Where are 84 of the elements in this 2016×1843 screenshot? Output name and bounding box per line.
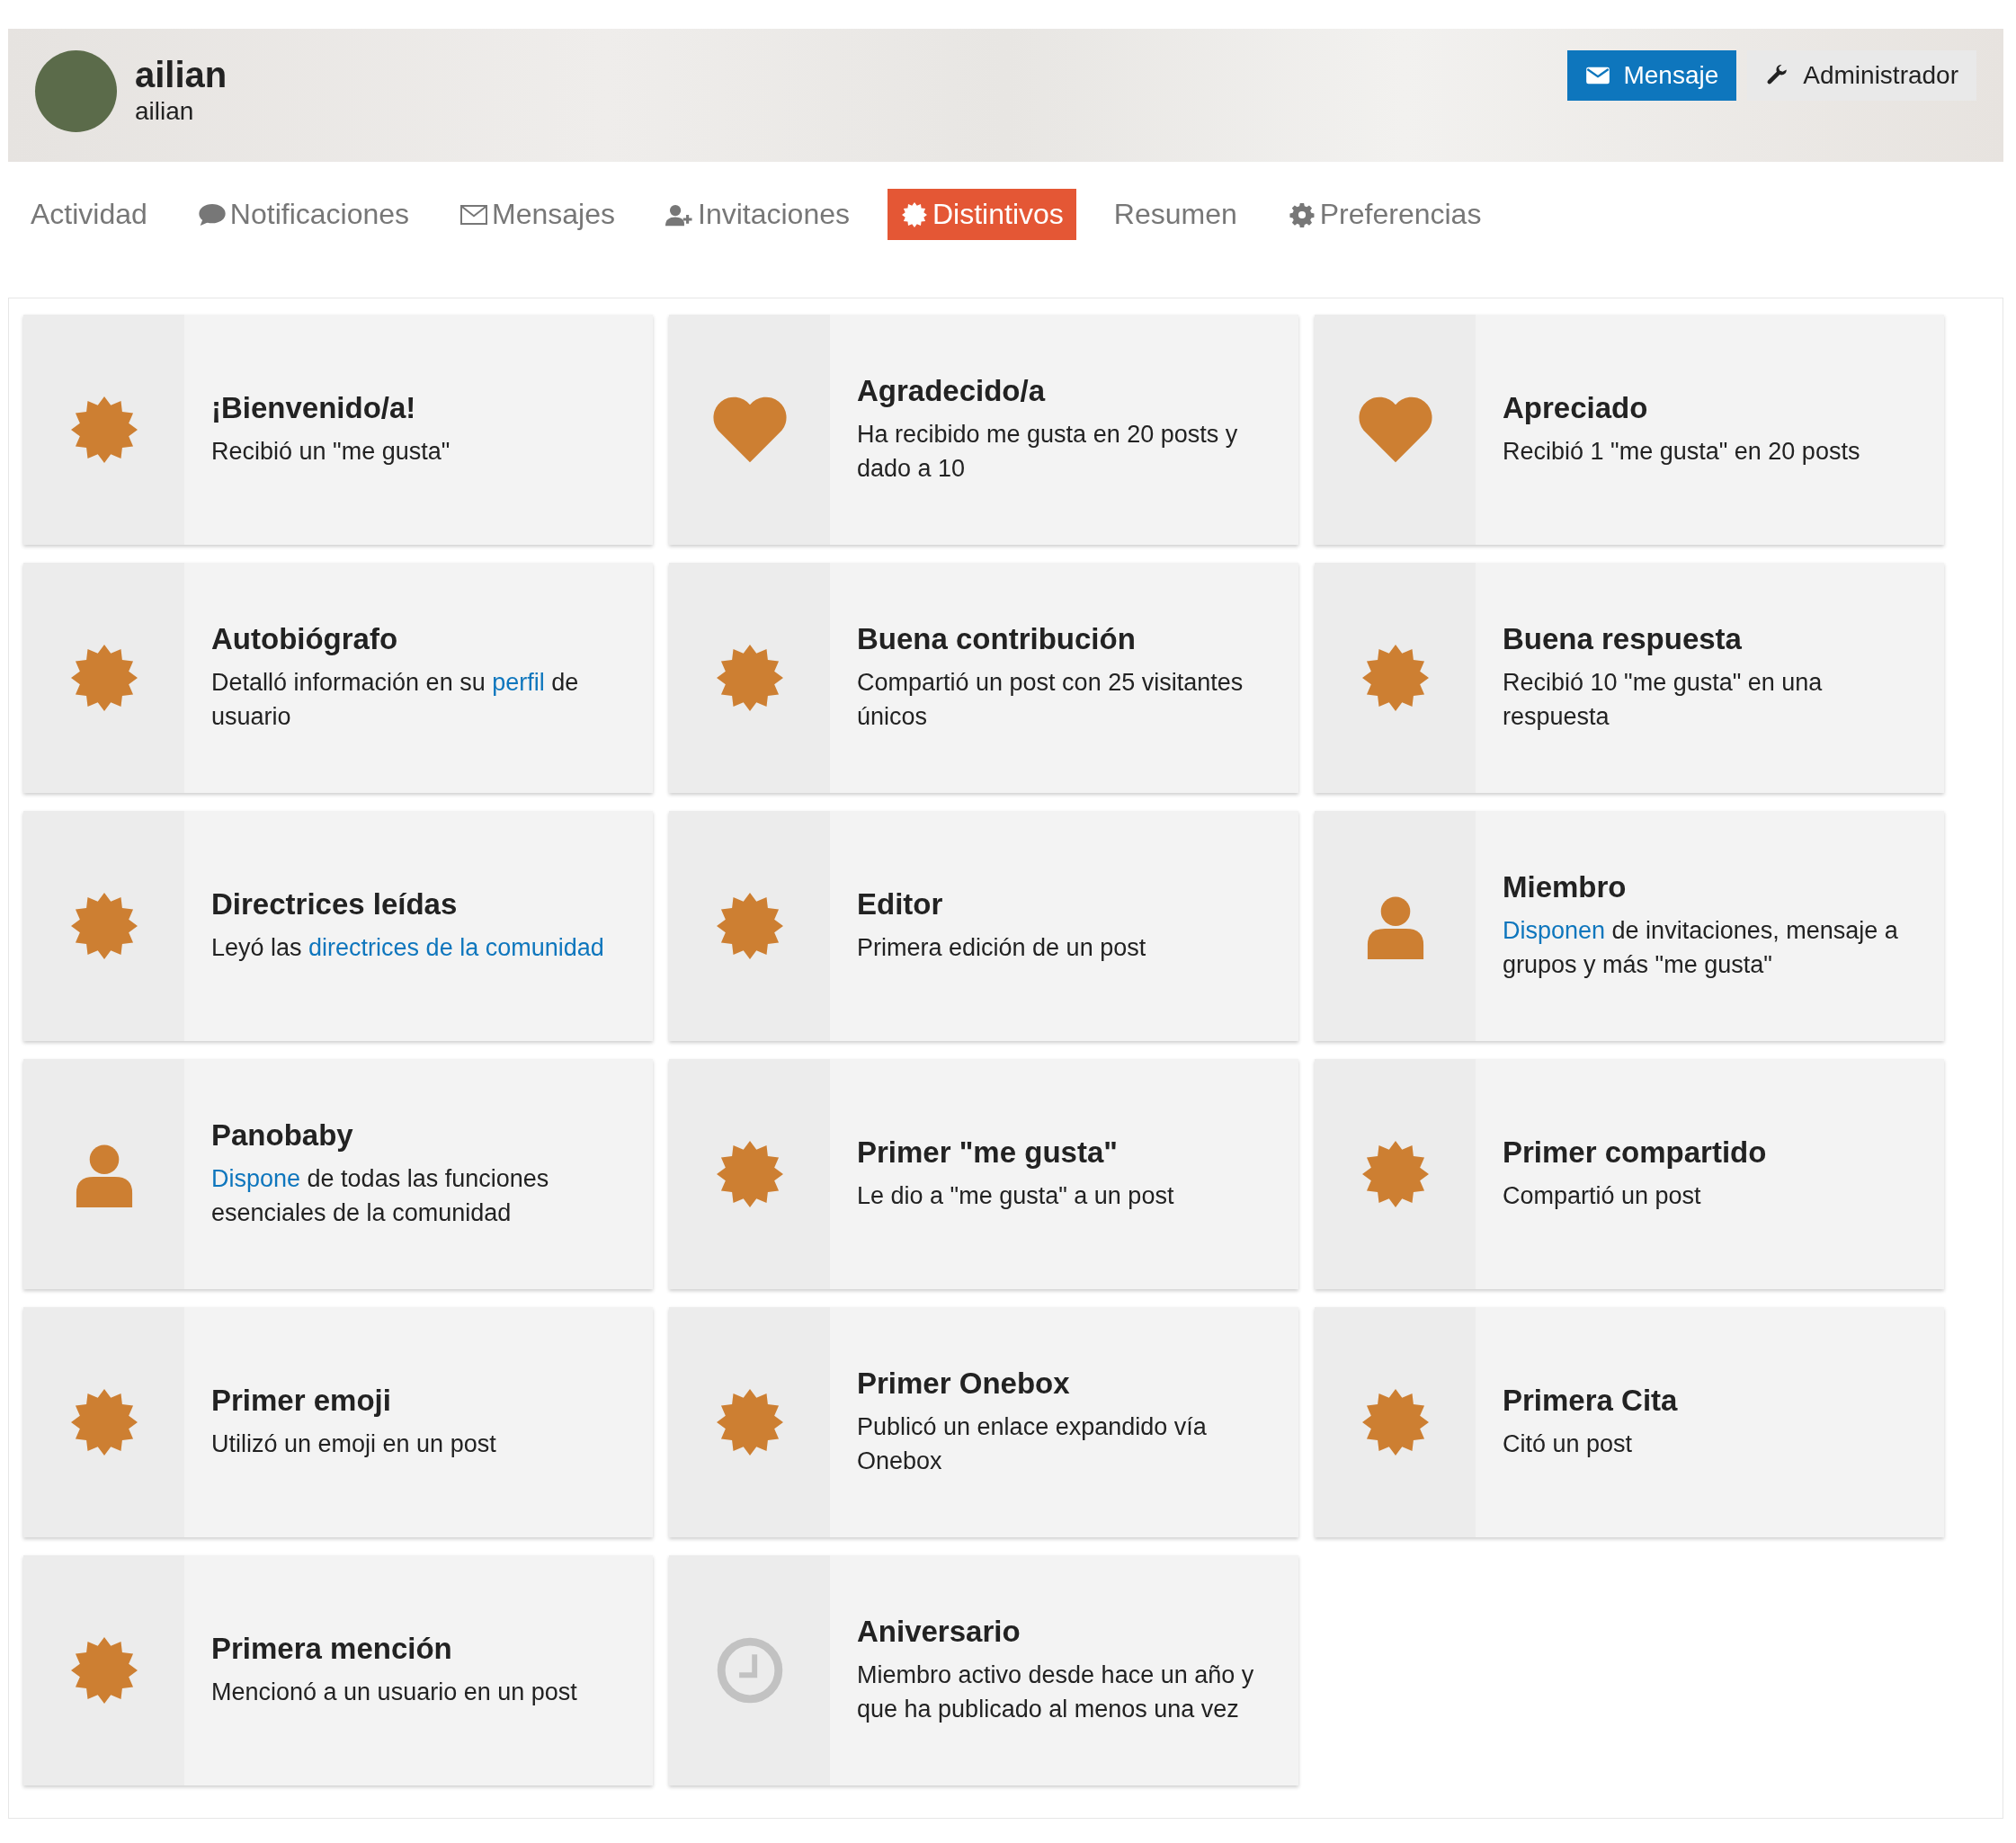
badge-title: Apreciado [1503, 390, 1649, 425]
badge-card[interactable]: Primer emoji Utilizó un emoji en un post [23, 1307, 653, 1537]
badge-icon [716, 893, 783, 959]
badge-card[interactable]: Autobiógrafo Detalló información en su perfil de usuario [23, 563, 653, 793]
badge-card[interactable]: Primer compartido Compartió un post [1315, 1059, 1944, 1289]
badge-title: Directrices leídas [211, 886, 459, 922]
badge-description: Publicó un enlace expandido vía Onebox [857, 1411, 1208, 1476]
badge-icon [70, 645, 138, 711]
badge-card[interactable]: ¡Bienvenido/a! Recibió un "me gusta" [23, 315, 653, 545]
badge-icon [70, 1637, 138, 1704]
badge-card[interactable]: Primer Onebox Publicó un enlace expandido vía Onebox [669, 1307, 1298, 1537]
badge-title: Miembro [1503, 869, 1628, 904]
badge-title: Primera mención [211, 1631, 453, 1666]
nav-tab[interactable]: Mensajes [447, 189, 628, 240]
badge-title: Primer emoji [211, 1383, 392, 1418]
badge-icon [1361, 1141, 1429, 1207]
badge-icon [70, 893, 138, 959]
badge-description: Detalló información en su perfil de usuario [211, 667, 580, 732]
badge-title: Buena contribución [857, 621, 1137, 656]
badge-card[interactable]: Aniversario Miembro activo desde hace un año y que ha publicado al menos una vez [669, 1555, 1298, 1785]
badge-title: Primer "me gusta" [857, 1135, 1119, 1170]
badge-description: Mencionó a un usuario en un post [211, 1677, 578, 1707]
badge-description: Recibió un "me gusta" [211, 436, 451, 467]
badge-description: Dispone de todas las funciones esenciales de la comunidad [211, 1163, 550, 1228]
badge-icon [1361, 645, 1429, 711]
badge-title: Autobiógrafo [211, 621, 399, 656]
nav-tab[interactable]: Actividad [18, 189, 160, 240]
badge-description: Utilizó un emoji en un post [211, 1429, 497, 1459]
badge-description: Leyó las directrices de la comunidad [211, 932, 605, 963]
admin-button[interactable]: Administrador [1747, 50, 1976, 101]
badge-card[interactable]: Directrices leídas Leyó las directrices de la comunidad [23, 811, 653, 1041]
badge-card[interactable]: Buena contribución Compartió un post con 25 visitantes únicos [669, 563, 1298, 793]
badge-icon [716, 1389, 783, 1456]
nav-tab[interactable]: Resumen [1101, 189, 1250, 240]
badge-card[interactable]: Apreciado Recibió 1 "me gusta" en 20 posts [1315, 315, 1944, 545]
badge-title: Aniversario [857, 1614, 1021, 1649]
heart-icon [1356, 396, 1434, 464]
badge-title: Primera Cita [1503, 1383, 1679, 1418]
nav-tab[interactable]: Invitaciones [653, 189, 862, 240]
badge-card[interactable]: Miembro Disponen de invitaciones, mensaje a grupos y más "me gusta" [1315, 811, 1944, 1041]
badge-card[interactable]: Primer "me gusta" Le dio a "me gusta" a un post [669, 1059, 1298, 1289]
badge-icon [716, 645, 783, 711]
badge-link[interactable]: directrices de la comunidad [308, 933, 604, 961]
heart-icon [710, 396, 789, 464]
badge-card[interactable]: Buena respuesta Recibió 10 "me gusta" en una respuesta [1315, 563, 1944, 793]
message-button[interactable]: Mensaje [1567, 50, 1737, 101]
speech-bubble-icon [197, 201, 227, 227]
badge-icon [900, 201, 929, 227]
gear-icon [1287, 201, 1316, 227]
badge-card[interactable]: Panobaby Dispone de todas las funciones esenciales de la comunidad [23, 1059, 653, 1289]
badge-description: Le dio a "me gusta" a un post [857, 1180, 1175, 1211]
badge-description: Recibió 10 "me gusta" en una respuesta [1503, 667, 1824, 732]
badge-description: Recibió 1 "me gusta" en 20 posts [1503, 436, 1861, 467]
clock-icon [716, 1637, 783, 1704]
badge-link[interactable]: perfil [492, 668, 545, 696]
badge-title: Primer Onebox [857, 1366, 1071, 1401]
badge-title: ¡Bienvenido/a! [211, 390, 417, 425]
badge-description: Miembro activo desde hace un año y que ha publicado al menos una vez [857, 1660, 1255, 1724]
badge-title: Panobaby [211, 1117, 354, 1153]
badge-description: Primera edición de un post [857, 932, 1147, 963]
nav-tab[interactable]: Preferencias [1274, 189, 1494, 240]
badge-title: Agradecido/a [857, 373, 1047, 408]
badge-icon [70, 1389, 138, 1456]
badge-link[interactable]: Disponen [1503, 916, 1606, 944]
nav-tab[interactable]: Notificaciones [184, 189, 423, 240]
badge-description: Compartió un post [1503, 1180, 1702, 1211]
badge-title: Primer compartido [1503, 1135, 1768, 1170]
badge-card[interactable]: Editor Primera edición de un post [669, 811, 1298, 1041]
badge-icon [1361, 1389, 1429, 1456]
nav-tab[interactable]: Distintivos [888, 189, 1076, 240]
badge-card[interactable]: Primera mención Mencionó a un usuario en un post [23, 1555, 653, 1785]
badge-description: Ha recibido me gusta en 20 posts y dado a 10 [857, 419, 1239, 484]
badge-description: Citó un post [1503, 1429, 1634, 1459]
badge-description: Disponen de invitaciones, mensaje a grupos y más "me gusta" [1503, 915, 1899, 980]
badge-description: Compartió un post con 25 visitantes únicos [857, 667, 1244, 732]
profile-username: ailian [135, 96, 195, 128]
badge-title: Editor [857, 886, 944, 922]
badge-link[interactable]: Dispone [211, 1164, 301, 1192]
badge-title: Buena respuesta [1503, 621, 1743, 656]
badge-card[interactable]: Agradecido/a Ha recibido me gusta en 20 posts y dado a 10 [669, 315, 1298, 545]
badge-icon [70, 396, 138, 463]
profile-name: ailian [135, 54, 227, 96]
badge-icon [716, 1141, 783, 1207]
badge-card[interactable]: Primera Cita Citó un post [1315, 1307, 1944, 1537]
